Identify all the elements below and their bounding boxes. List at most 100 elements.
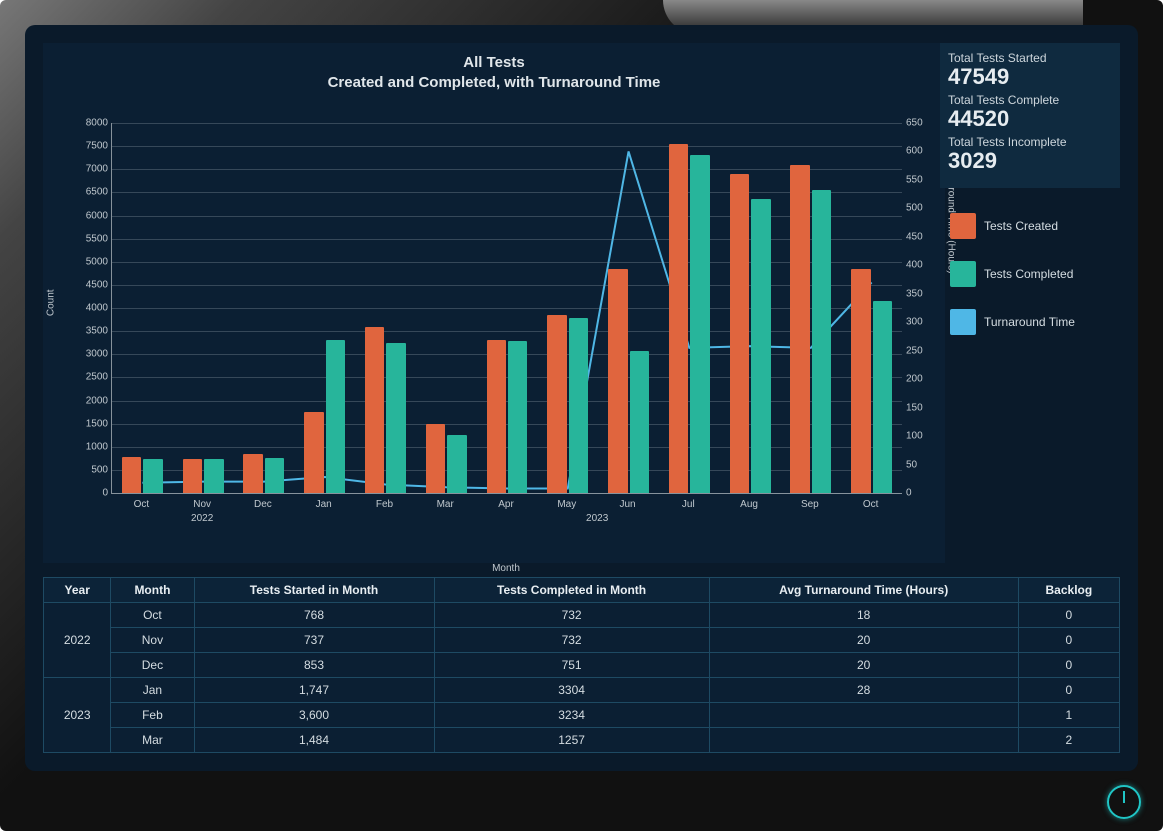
monitor-frame: All Tests Created and Completed, with Tu… xyxy=(0,0,1163,831)
ytick-right: 300 xyxy=(906,317,938,328)
stat-complete-label: Total Tests Complete xyxy=(948,93,1112,107)
ytick-left: 7000 xyxy=(64,164,108,175)
stat-complete-value: 44520 xyxy=(948,107,1112,131)
ytick-right: 250 xyxy=(906,345,938,356)
bar-created[interactable] xyxy=(426,424,445,493)
cell-completed: 3234 xyxy=(434,703,709,728)
cell-turn: 28 xyxy=(709,678,1018,703)
table-row: 2022Oct768732180 xyxy=(44,603,1120,628)
chart-title: All Tests Created and Completed, with Tu… xyxy=(43,53,945,92)
cell-backlog: 0 xyxy=(1018,653,1119,678)
swatch-created-icon xyxy=(950,213,976,239)
ytick-left: 6500 xyxy=(64,187,108,198)
x-category: Jul xyxy=(682,499,695,510)
bar-completed[interactable] xyxy=(143,459,162,493)
tests-chart-panel: All Tests Created and Completed, with Tu… xyxy=(43,43,945,563)
bar-created[interactable] xyxy=(122,457,141,493)
cell-started: 1,484 xyxy=(194,728,434,753)
ytick-left: 2500 xyxy=(64,372,108,383)
dashboard-content: All Tests Created and Completed, with Tu… xyxy=(43,43,1120,753)
chart-title-line2: Created and Completed, with Turnaround T… xyxy=(328,74,661,91)
x-category: Apr xyxy=(498,499,514,510)
bar-completed[interactable] xyxy=(447,435,466,493)
ytick-right: 100 xyxy=(906,431,938,442)
bar-completed[interactable] xyxy=(630,351,649,493)
chart-area: 0500100015002000250030003500400045005000… xyxy=(111,123,901,525)
table-header: Tests Completed in Month xyxy=(434,578,709,603)
bar-completed[interactable] xyxy=(386,343,405,493)
bar-completed[interactable] xyxy=(812,190,831,493)
x-category: Dec xyxy=(254,499,272,510)
ytick-right: 50 xyxy=(906,459,938,470)
x-year-label: 2023 xyxy=(586,513,608,524)
bar-completed[interactable] xyxy=(204,459,223,493)
cell-month: Oct xyxy=(111,603,194,628)
bar-created[interactable] xyxy=(851,269,870,493)
bar-completed[interactable] xyxy=(690,155,709,493)
cell-completed: 732 xyxy=(434,603,709,628)
x-category: Jun xyxy=(619,499,635,510)
table-row: Dec853751200 xyxy=(44,653,1120,678)
bar-created[interactable] xyxy=(547,315,566,493)
cell-turn: 18 xyxy=(709,603,1018,628)
swatch-turnaround-icon xyxy=(950,309,976,335)
legend-item-turnaround[interactable]: Turnaround Time xyxy=(950,309,1120,335)
table-header: Avg Turnaround Time (Hours) xyxy=(709,578,1018,603)
bar-created[interactable] xyxy=(243,454,262,493)
y-axis-left-label: Count xyxy=(46,289,57,316)
bar-created[interactable] xyxy=(487,340,506,493)
bar-completed[interactable] xyxy=(751,199,770,493)
x-category: Nov xyxy=(193,499,211,510)
table-row: Mar1,4841257 2 xyxy=(44,728,1120,753)
legend-item-created[interactable]: Tests Created xyxy=(950,213,1120,239)
ytick-left: 1000 xyxy=(64,441,108,452)
legend-completed-label: Tests Completed xyxy=(984,267,1073,281)
bar-created[interactable] xyxy=(304,412,323,493)
x-category: Mar xyxy=(437,499,454,510)
cell-started: 3,600 xyxy=(194,703,434,728)
cell-month: Nov xyxy=(111,628,194,653)
legend-item-completed[interactable]: Tests Completed xyxy=(950,261,1120,287)
cell-completed: 732 xyxy=(434,628,709,653)
stat-started-label: Total Tests Started xyxy=(948,51,1112,65)
cell-month: Mar xyxy=(111,728,194,753)
bar-completed[interactable] xyxy=(326,340,345,493)
cell-backlog: 0 xyxy=(1018,678,1119,703)
summary-stats: Total Tests Started 47549 Total Tests Co… xyxy=(940,43,1120,188)
bar-completed[interactable] xyxy=(873,301,892,493)
bar-completed[interactable] xyxy=(508,341,527,493)
bar-created[interactable] xyxy=(608,269,627,493)
power-button[interactable] xyxy=(1107,785,1141,819)
cell-backlog: 2 xyxy=(1018,728,1119,753)
cell-started: 853 xyxy=(194,653,434,678)
x-category: Sep xyxy=(801,499,819,510)
ytick-right: 200 xyxy=(906,374,938,385)
bar-created[interactable] xyxy=(183,459,202,493)
bar-created[interactable] xyxy=(365,327,384,494)
cell-backlog: 1 xyxy=(1018,703,1119,728)
ytick-right: 150 xyxy=(906,402,938,413)
x-category: Oct xyxy=(134,499,150,510)
ytick-right: 350 xyxy=(906,288,938,299)
cell-turn: 20 xyxy=(709,628,1018,653)
bar-created[interactable] xyxy=(790,165,809,493)
bar-completed[interactable] xyxy=(265,458,284,493)
x-category: Jan xyxy=(316,499,332,510)
cell-completed: 1257 xyxy=(434,728,709,753)
ytick-left: 2000 xyxy=(64,395,108,406)
x-axis-label: Month xyxy=(111,563,901,574)
table-header: Tests Started in Month xyxy=(194,578,434,603)
x-category: May xyxy=(557,499,576,510)
table-row: Nov737732200 xyxy=(44,628,1120,653)
ytick-left: 4500 xyxy=(64,279,108,290)
bar-created[interactable] xyxy=(730,174,749,493)
chart-title-line1: All Tests xyxy=(463,54,524,71)
cell-month: Jan xyxy=(111,678,194,703)
bar-created[interactable] xyxy=(669,144,688,493)
table-row: Feb3,60032341 xyxy=(44,703,1120,728)
tests-data-table: YearMonthTests Started in MonthTests Com… xyxy=(43,577,1120,753)
bar-completed[interactable] xyxy=(569,318,588,493)
ytick-right: 450 xyxy=(906,231,938,242)
ytick-left: 7500 xyxy=(64,141,108,152)
swatch-completed-icon xyxy=(950,261,976,287)
